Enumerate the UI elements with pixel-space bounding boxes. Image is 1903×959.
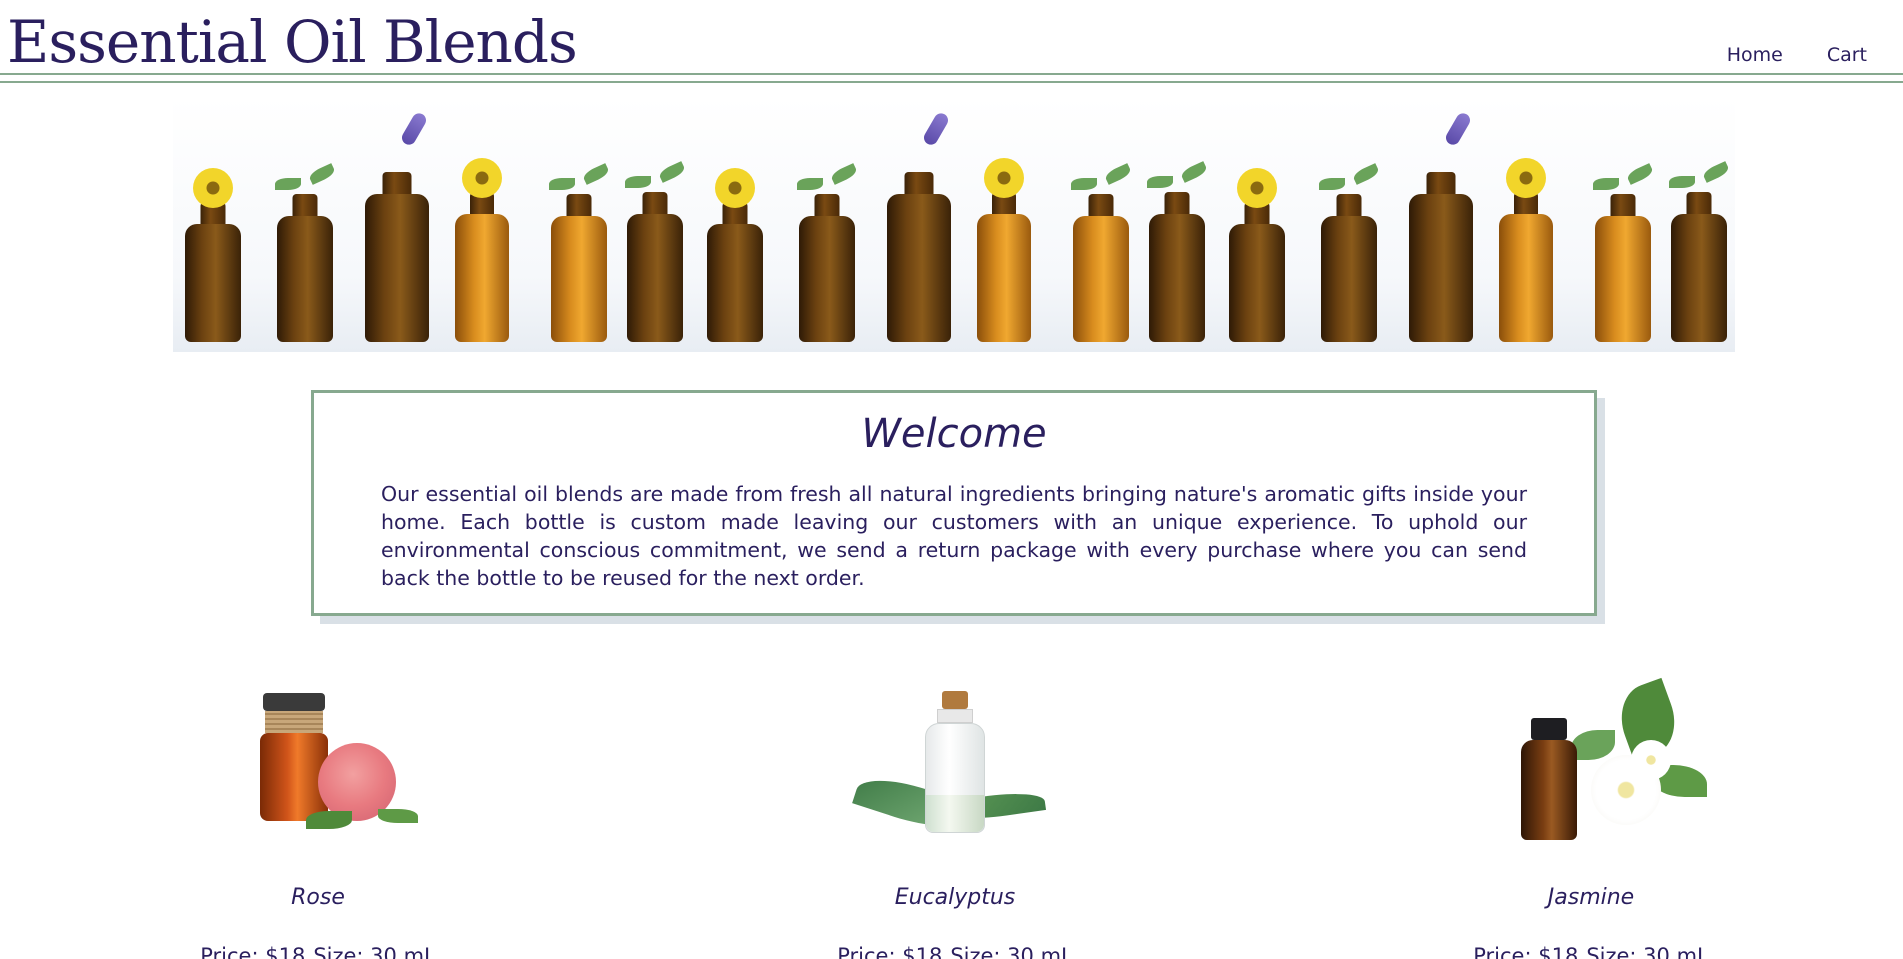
- welcome-heading: Welcome: [861, 411, 1047, 457]
- product-name: Jasmine: [1547, 885, 1635, 910]
- welcome-text: Our essential oil blends are made from f…: [381, 482, 1527, 590]
- banner-bottle: [887, 172, 951, 342]
- banner-leaf: [1071, 178, 1097, 190]
- nav-cart-link[interactable]: Cart: [1827, 44, 1867, 66]
- banner-flower: [1237, 168, 1277, 208]
- banner-leaf: [1669, 176, 1695, 188]
- banner-bottle: [627, 192, 683, 342]
- banner-flower: [984, 158, 1024, 198]
- product-price: Price: $18: [200, 944, 306, 959]
- banner-bottle: [1073, 194, 1129, 342]
- banner-leaf: [1319, 178, 1345, 190]
- banner-lavender: [1443, 110, 1473, 148]
- banner-flower: [715, 168, 755, 208]
- banner-leaf: [307, 163, 337, 185]
- header-divider-bottom: [0, 81, 1903, 83]
- product-size: Size: 30 mL: [950, 944, 1073, 959]
- product-card-rose[interactable]: Rose Price: $18 Size: 30 mL: [158, 685, 478, 959]
- banner-bottle: [799, 194, 855, 342]
- banner-leaf: [797, 178, 823, 190]
- banner-leaf: [549, 178, 575, 190]
- banner-bottle: [1595, 194, 1651, 342]
- banner-bottle: [551, 194, 607, 342]
- banner-leaf: [1179, 161, 1209, 183]
- product-meta: Price: $18 Size: 30 mL: [1431, 944, 1751, 959]
- header-divider-top: [0, 73, 1903, 75]
- banner-leaf: [657, 161, 687, 183]
- site-title: Essential Oil Blends: [7, 8, 578, 76]
- product-size: Size: 30 mL: [1586, 944, 1709, 959]
- product-card-eucalyptus[interactable]: Eucalyptus Price: $18 Size: 30 mL: [795, 685, 1115, 959]
- banner-leaf: [829, 163, 859, 185]
- eucalyptus-oil-image[interactable]: [845, 685, 1065, 850]
- banner-leaf: [581, 163, 611, 185]
- product-size: Size: 30 mL: [313, 944, 436, 959]
- banner-bottle: [1671, 192, 1727, 342]
- banner-leaf: [1147, 176, 1173, 188]
- banner-bottle: [1321, 194, 1377, 342]
- banner-bottle: [365, 172, 429, 342]
- jasmine-oil-image[interactable]: [1481, 677, 1707, 850]
- nav-home-link[interactable]: Home: [1727, 44, 1783, 66]
- product-name: Rose: [291, 885, 345, 910]
- banner-bottle: [1229, 202, 1285, 342]
- banner-flower: [462, 158, 502, 198]
- banner-bottle: [707, 202, 763, 342]
- product-meta: Price: $18 Size: 30 mL: [158, 944, 478, 959]
- product-card-jasmine[interactable]: Jasmine Price: $18 Size: 30 mL: [1431, 677, 1751, 959]
- banner-bottle: [455, 192, 509, 342]
- banner-leaf: [1625, 163, 1655, 185]
- banner-lavender: [399, 110, 429, 148]
- banner-lavender: [921, 110, 951, 148]
- banner-bottle: [1499, 192, 1553, 342]
- product-price: Price: $18: [1473, 944, 1579, 959]
- site-header: Essential Oil Blends Home Cart: [0, 0, 1903, 86]
- banner-leaf: [1593, 178, 1619, 190]
- welcome-card: Welcome Our essential oil blends are mad…: [311, 390, 1597, 616]
- banner-leaf: [1103, 163, 1133, 185]
- product-price: Price: $18: [837, 944, 943, 959]
- banner-leaf: [275, 178, 301, 190]
- main-nav: Home Cart: [1727, 44, 1867, 66]
- hero-banner-image: [173, 97, 1735, 352]
- banner-leaf: [625, 176, 651, 188]
- banner-bottle: [1409, 172, 1473, 342]
- banner-bottle: [185, 202, 241, 342]
- banner-flower: [193, 168, 233, 208]
- banner-bottle: [1149, 192, 1205, 342]
- product-name: Eucalyptus: [894, 885, 1016, 910]
- banner-leaf: [1701, 161, 1731, 183]
- banner-leaf: [1351, 163, 1381, 185]
- banner-flower: [1506, 158, 1546, 198]
- banner-bottle: [277, 194, 333, 342]
- banner-bottle: [977, 192, 1031, 342]
- rose-oil-image[interactable]: [208, 685, 428, 850]
- product-meta: Price: $18 Size: 30 mL: [795, 944, 1115, 959]
